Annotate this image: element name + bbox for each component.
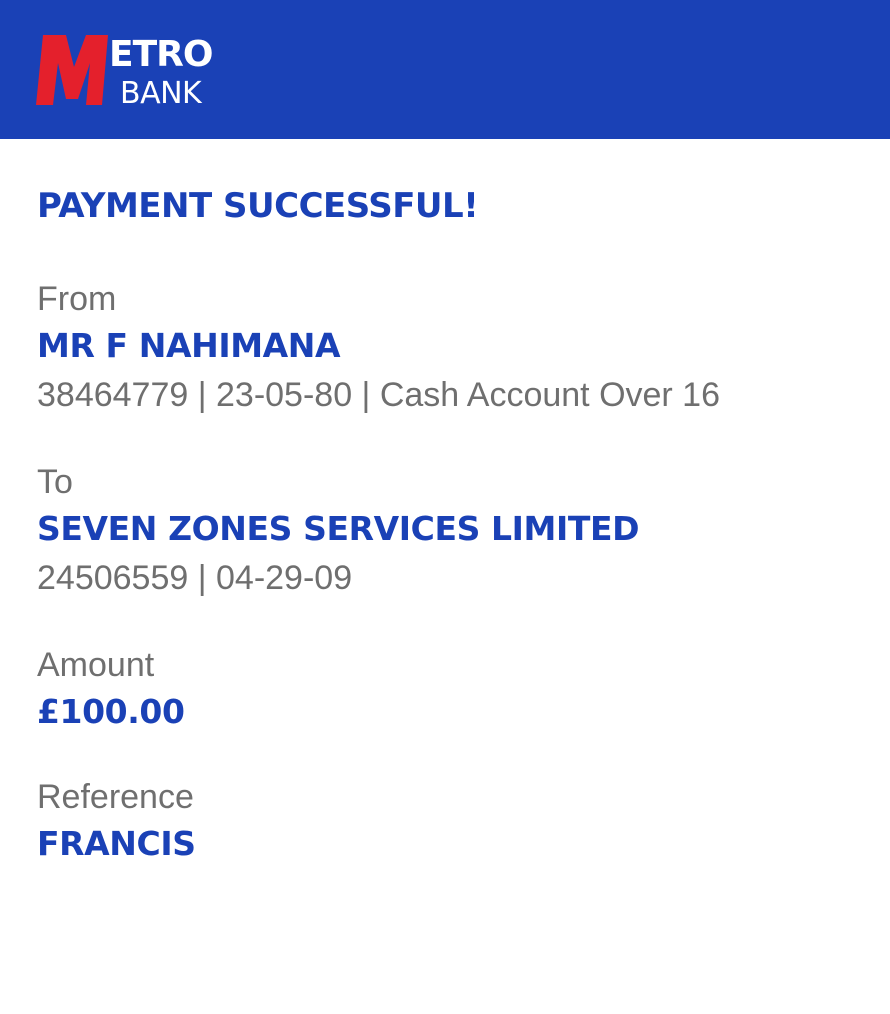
reference-label: Reference xyxy=(37,778,194,816)
svg-text:BANK: BANK xyxy=(120,76,203,107)
from-name: MR F NAHIMANA xyxy=(37,326,341,365)
amount-label: Amount xyxy=(37,646,155,684)
to-label: To xyxy=(37,463,73,501)
app-header: ETRO BANK xyxy=(0,0,890,139)
metro-bank-logo: ETRO BANK xyxy=(36,33,236,107)
from-account-details: 38464779 | 23-05-80 | Cash Account Over … xyxy=(37,376,721,414)
page-title: PAYMENT SUCCESSFUL! xyxy=(37,186,479,226)
to-name: SEVEN ZONES SERVICES LIMITED xyxy=(37,509,640,548)
from-label: From xyxy=(37,280,117,318)
reference-value: FRANCIS xyxy=(37,824,196,863)
svg-text:ETRO: ETRO xyxy=(109,34,212,75)
to-account-details: 24506559 | 04-29-09 xyxy=(37,559,353,597)
metro-bank-logo-icon: ETRO BANK xyxy=(36,34,213,107)
amount-value: £100.00 xyxy=(37,692,185,731)
